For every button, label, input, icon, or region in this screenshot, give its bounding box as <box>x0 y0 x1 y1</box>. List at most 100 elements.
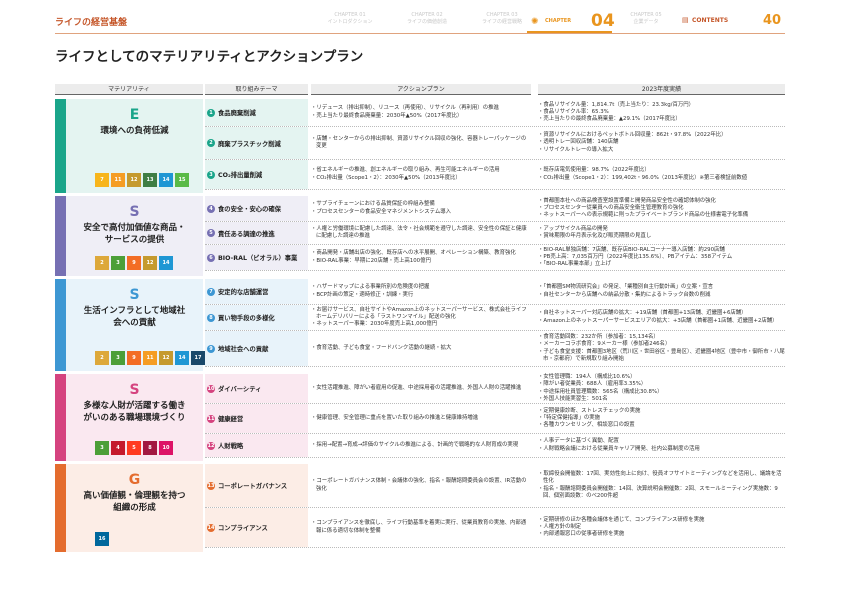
sdg-goal-icon: 14 <box>159 256 173 270</box>
action-plan-cell: 健康管理、安全管理に重点を置いた取り組みの推進と健康維持増進 <box>311 404 531 433</box>
materiality-letter: E <box>129 107 140 123</box>
table-row: 11健康経営健康管理、安全管理に重点を置いた取り組みの推進と健康維持増進定期健康… <box>205 404 785 434</box>
theme-cell: 2 廃棄プラスチック削減 <box>205 127 308 159</box>
theme-number-badge: 7 <box>207 287 215 296</box>
results-cell: BIO-RAL単独店舗：7店舗、既存店BIO-RALコーナー導入店舗：約290店… <box>538 245 785 270</box>
chapter-number: 04 <box>591 11 615 31</box>
materiality-color-bar <box>55 464 66 552</box>
theme-label: 人財戦略 <box>218 443 244 450</box>
table-row: 14コンプライアンスコンプライアンスを徹底し、ライフ行動基準を着実に実行、従業員… <box>205 508 785 548</box>
list-item: CO₂排出量（Scope1・2）：2030年▲50%（2013年度比） <box>311 175 500 182</box>
list-item: 子ども食堂支援：首都圏3地区（荒川区・世田谷区・豊島区）、近畿圏4地区（豊中市・… <box>538 349 785 363</box>
sdg-goal-icon: 2 <box>95 256 109 270</box>
list-item: BCP計画の策定・適時修正・訓練・実行 <box>311 292 429 299</box>
action-plan-cell: リデュース（排出抑制）、リユース（再使用）、リサイクル（再利用）の推進売上当たり… <box>311 99 531 126</box>
list-item: 既存店電気使用量：98.7%（2022年度比） <box>538 167 747 174</box>
nav-chapter-01[interactable]: CHAPTER 01 イントロダクション <box>315 12 385 26</box>
materiality-3: S 生活インフラとして地域社会への貢献 2 3 9 11 12 14 17 <box>55 279 205 371</box>
materiality-5: G 高い価値観・倫理観を持つ組織の形成 16 <box>55 464 203 552</box>
list-item: Amazon上のネットスーパーサービスエリアの拡大：+3店舗（首都圏+1店舗、近… <box>538 318 777 325</box>
list-item: PB売上高：7,035百万円（2022年度比135.6%）、PBアイテム：358… <box>538 254 732 261</box>
theme-cell: 10 ダイバーシティ <box>205 374 308 403</box>
table-row: 9地域社会への貢献食育活動、子ども食堂・フードバンク活動の継続・拡大 食育活動回数… <box>205 331 785 367</box>
theme-number-badge: 4 <box>207 204 215 213</box>
materiality-2: S 安全で高付加価値な商品・サービスの提供 2 3 9 12 14 <box>55 196 203 276</box>
materiality-color-bar <box>55 196 66 276</box>
results-cell: 既存店電気使用量：98.7%（2022年度比）CO₂排出量（Scope1・2）：… <box>538 160 785 189</box>
chapter-number: CHAPTER 01 <box>334 12 366 18</box>
sdg-goal-icon: 13 <box>143 173 157 187</box>
list-item: リデュース（排出抑制）、リユース（再使用）、リサイクル（再利用）の推進 <box>311 105 498 112</box>
results-cell: 食育活動回数：232か所（参加者：15,134名）メーカーコラボ食育：9メーカー… <box>538 331 785 366</box>
theme-number-badge: 3 <box>207 170 215 179</box>
table-row: 13コーポレートガバナンスコーポレートガバナンス体制・会議体の強化、指名・報酬諮… <box>205 464 785 508</box>
list-item: 食育活動、子ども食堂・フードバンク活動の継続・拡大 <box>311 345 451 352</box>
list-item: 定期健康診断、ストレスチェックの実施 <box>538 408 640 415</box>
nav-chapter-02[interactable]: CHAPTER 02 ライフの価値創造 <box>392 12 462 26</box>
chapter-number: CHAPTER 05 <box>630 12 662 18</box>
results-cell: 人事データに基づく異動、配置人財戦略会議における従業員キャリア開発、社内公募制度… <box>538 434 785 457</box>
action-plan-cell: お届けサービス、自社サイトやAmazon上のネットスーパーサービス、株式会社ライ… <box>311 305 531 330</box>
list-item: BIO-RAL単独店舗：7店舗、既存店BIO-RALコーナー導入店舗：約290店… <box>538 247 732 254</box>
list-item: 外国人技能実習生：501名 <box>538 396 662 403</box>
contents-link[interactable]: ▤ CONTENTS <box>682 16 728 24</box>
action-plan-cell: 店舗・センターからの排出抑制、資源リサイクル回収の強化、容器トレーパッケージの変… <box>311 127 531 159</box>
sdg-goal-icon: 10 <box>159 441 173 455</box>
sdg-goal-icon: 12 <box>159 351 173 365</box>
table-row: 12人財戦略採用→配置→育成→評価のサイクルの推進による、計画的で戦略的な人財育… <box>205 434 785 458</box>
theme-label: CO₂排出量削減 <box>218 172 263 179</box>
theme-cell: 4 食の安全・安心の確保 <box>205 196 308 221</box>
brand-title: ライフの経営基盤 <box>55 18 128 28</box>
theme-cell: 14 コンプライアンス <box>205 508 308 547</box>
list-item: アップサイクル商品の開発 <box>538 226 651 233</box>
list-item: メーカーコラボ食育：9メーカー様（参加者246名） <box>538 341 785 348</box>
theme-cell: 9 地域社会への貢献 <box>205 331 308 366</box>
theme-number-badge: 5 <box>207 229 215 237</box>
theme-cell: 3 CO₂排出量削減 <box>205 160 308 189</box>
header-materiality: マテリアリティ <box>55 84 203 95</box>
list-item: 「BIO-RAL事業本部」立上げ <box>538 261 732 268</box>
list-item: 人事データに基づく異動、配置 <box>538 438 700 445</box>
materiality-color-bar <box>55 279 66 371</box>
list-item: 定期研修のほか各種会議体を通じて、コンプライアンス研修を実施 <box>538 517 704 524</box>
materiality-name: 環境への負荷低減 <box>100 126 169 136</box>
theme-number-badge: 1 <box>207 108 215 117</box>
materiality-letter: S <box>129 287 140 303</box>
results-cell: 定期研修のほか各種会議体を通じて、コンプライアンス研修を実施人権方針の制定内部通… <box>538 508 785 547</box>
sun-icon: ✺ <box>531 17 539 27</box>
materiality-color-bar <box>55 99 66 193</box>
theme-number-badge: 11 <box>207 414 215 423</box>
results-cell: 定期健康診断、ストレスチェックの実施「特定保健指導」の実施各種カウンセリング、相… <box>538 404 785 433</box>
list-item: ネットスーパー事業：2030年度売上高1,000億円 <box>311 321 531 328</box>
theme-cell: 7 安定的な店舗運営 <box>205 279 308 304</box>
list-item: 商品開発・店舗出店の強化、既存店への水平展開、オペレーション構築、教育強化 <box>311 250 515 257</box>
theme-number-badge: 9 <box>207 344 215 353</box>
list-item: 「特定保健指導」の実施 <box>538 415 640 422</box>
table-row: 6BIO-RAL（ビオラル）事業商品開発・店舗出店の強化、既存店への水平展開、オ… <box>205 245 785 271</box>
list-item: プロセスセンター従業員への商品安全衛生管理教育の強化 <box>538 205 748 212</box>
sdg-icons: 3 4 5 8 10 <box>95 441 205 455</box>
nav-chapter-05[interactable]: CHAPTER 05 企業データ <box>618 12 674 26</box>
materiality-letter: S <box>129 382 140 398</box>
sdg-icons: 16 <box>95 532 205 546</box>
page-title: ライフとしてのマテリアリティとアクションプラン <box>55 49 364 65</box>
nav-chapter-04-current[interactable]: ✺ CHAPTER 04 <box>527 8 615 34</box>
materiality-4: S 多様な人財が活躍する働きがいのある職場環境づくり 3 4 5 8 10 <box>55 374 203 461</box>
chapter-number: CHAPTER 02 <box>411 12 443 18</box>
sdg-goal-icon: 14 <box>159 173 173 187</box>
list-item: 中途採用社員管理職数：565名（構成比30.8%） <box>538 389 662 396</box>
results-cell: 取締役会開催数：17回、実効性向上に向け、役員オフサイトミーティングなどを活用し… <box>538 464 785 507</box>
results-cell: 首都圏本社への商品検査室設置準備と開発商品安全性の確認体制の強化プロセスセンター… <box>538 196 785 221</box>
theme-label: コーポレートガバナンス <box>218 483 288 490</box>
table-row: 8買い物手段の多様化お届けサービス、自社サイトやAmazon上のネットスーパーサ… <box>205 305 785 331</box>
list-item: 売上当たり最終食品廃棄量：2030年▲50%（2017年度比） <box>311 113 499 120</box>
theme-cell: 1 食品廃棄削減 <box>205 99 308 126</box>
list-item: 店舗・センターからの排出抑制、資源リサイクル回収の強化、容器トレーパッケージの変… <box>311 136 531 150</box>
action-plan-cell: 商品開発・店舗出店の強化、既存店への水平展開、オペレーション構築、教育強化BIO… <box>311 245 531 270</box>
list-item: BIO-RAL事業：早期に20店舗・売上高100億円 <box>311 258 516 265</box>
chapter-name: ライフの経営戦略 <box>481 19 522 25</box>
sdg-goal-icon: 2 <box>95 351 109 365</box>
list-item: 首都圏本社への商品検査室設置準備と開発商品安全性の確認体制の強化 <box>538 198 748 205</box>
theme-label: ダイバーシティ <box>218 386 262 393</box>
list-item: 賞味期限の年月表示化及び販売期限の見直し <box>538 233 651 240</box>
